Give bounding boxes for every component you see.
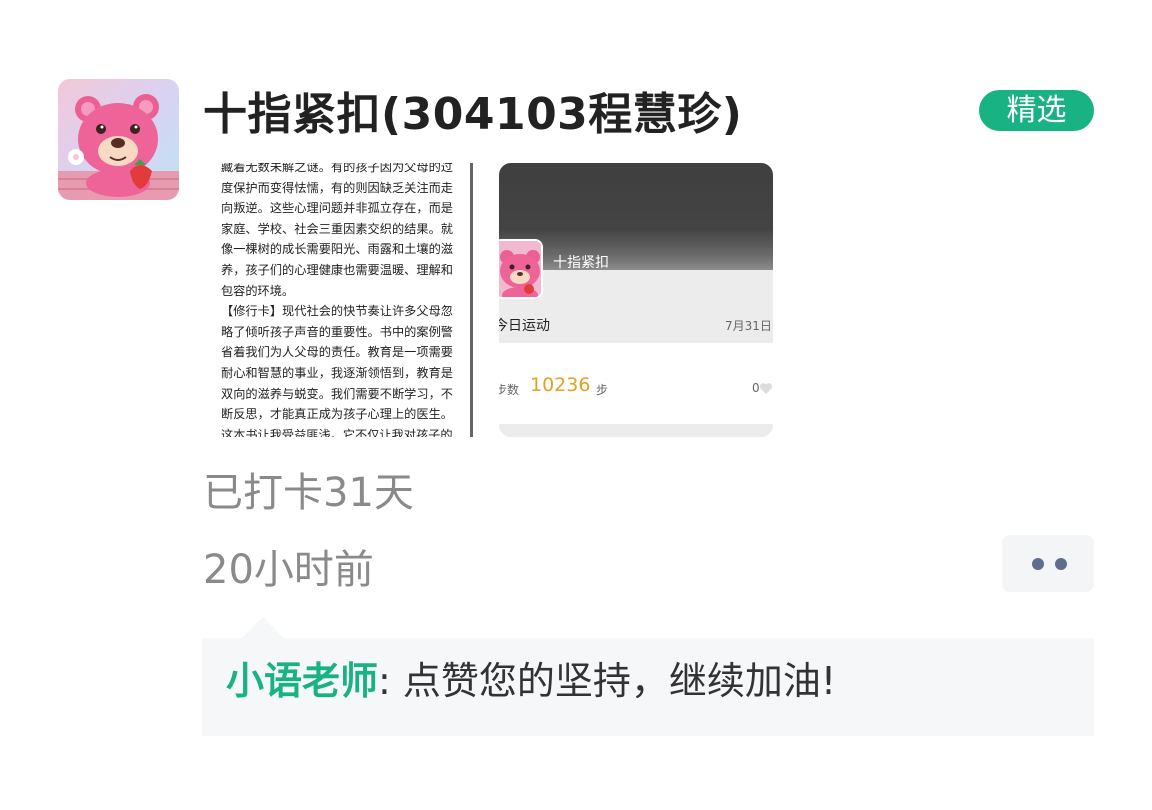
- user-avatar[interactable]: [58, 79, 179, 200]
- post-username[interactable]: 十指紧扣(304103程慧珍): [203, 78, 742, 142]
- heart-icon: [759, 383, 773, 394]
- post-image-document[interactable]: 藏着无数未解之谜。有的孩子因为父母的过度保护而变得怯懦，有的则因缺乏关注而走向叛…: [202, 163, 474, 437]
- more-dot-icon: [1055, 558, 1067, 570]
- post-timestamp: 20小时前: [203, 547, 374, 593]
- document-paragraph: 【修行卡】现代社会的快节奏让许多父母忽略了倾听孩子声音的重要性。书中的案例警省着…: [221, 304, 453, 437]
- more-dot-icon: [1032, 558, 1044, 570]
- comment-section: 小语老师: 点赞您的坚持，继续加油!: [202, 638, 1094, 736]
- steps-card-date: 7月31日: [725, 319, 772, 333]
- steps-card-title: 今日运动: [499, 318, 550, 334]
- comment-author[interactable]: 小语老师: [226, 659, 378, 703]
- featured-badge: 精选: [979, 90, 1094, 131]
- comment-separator: :: [378, 659, 391, 703]
- comment-item[interactable]: 小语老师: 点赞您的坚持，继续加油!: [226, 650, 836, 705]
- document-text: 藏着无数未解之谜。有的孩子因为父母的过度保护而变得怯懦，有的则因缺乏关注而走向叛…: [221, 163, 453, 437]
- comment-text: 点赞您的坚持，继续加油!: [402, 659, 837, 703]
- steps-card-username: 十指紧扣: [553, 255, 609, 271]
- steps-label: 步数: [499, 383, 520, 397]
- checkin-streak: 已打卡31天: [203, 470, 414, 516]
- comment-pointer: [241, 617, 285, 639]
- pink-bear-avatar-image: [58, 79, 179, 200]
- steps-card-avatar: [499, 239, 543, 299]
- steps-card-footer: [499, 424, 773, 437]
- more-options-button[interactable]: [1002, 535, 1094, 592]
- steps-value: 10236: [530, 374, 591, 396]
- page-edge: [470, 163, 473, 437]
- steps-unit: 步: [596, 383, 609, 397]
- document-paragraph: 藏着无数未解之谜。有的孩子因为父母的过度保护而变得怯懦，有的则因缺乏关注而走向叛…: [221, 163, 453, 298]
- post-image-steps-card[interactable]: 十指紧扣 今日运动 7月31日 步数 10236 步 0: [499, 163, 773, 437]
